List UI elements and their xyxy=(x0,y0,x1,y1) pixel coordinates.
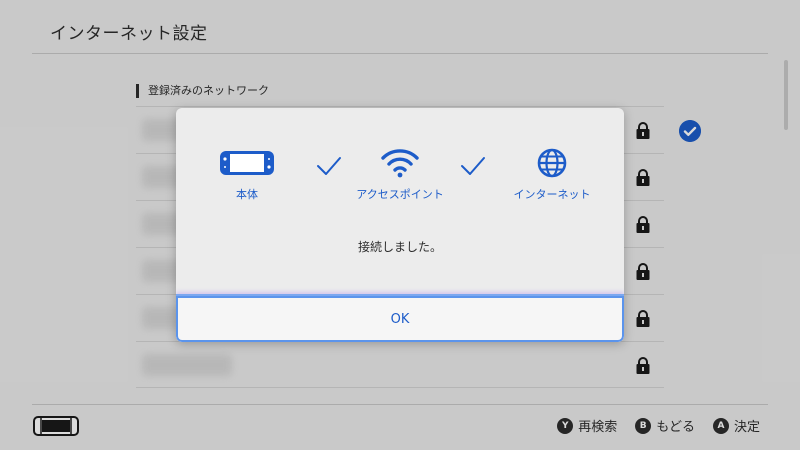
globe-icon xyxy=(537,148,567,178)
check-icon xyxy=(461,157,485,175)
console-icon xyxy=(220,151,274,175)
status-message: 接続しました。 xyxy=(357,240,442,254)
wifi-icon xyxy=(381,149,419,178)
check-icon xyxy=(317,157,341,175)
step-console: 本体 xyxy=(192,148,302,202)
connection-result-dialog: 本体 アクセスポイント インターネット 接続しました。 OK xyxy=(176,108,624,342)
step-label: 本体 xyxy=(236,188,258,201)
ok-button[interactable]: OK xyxy=(176,294,624,342)
connection-steps: 本体 アクセスポイント インターネット xyxy=(176,148,624,208)
step-access-point: アクセスポイント xyxy=(345,148,455,202)
step-internet: インターネット xyxy=(497,148,607,202)
step-label: アクセスポイント xyxy=(356,188,444,201)
step-label: インターネット xyxy=(513,188,591,201)
